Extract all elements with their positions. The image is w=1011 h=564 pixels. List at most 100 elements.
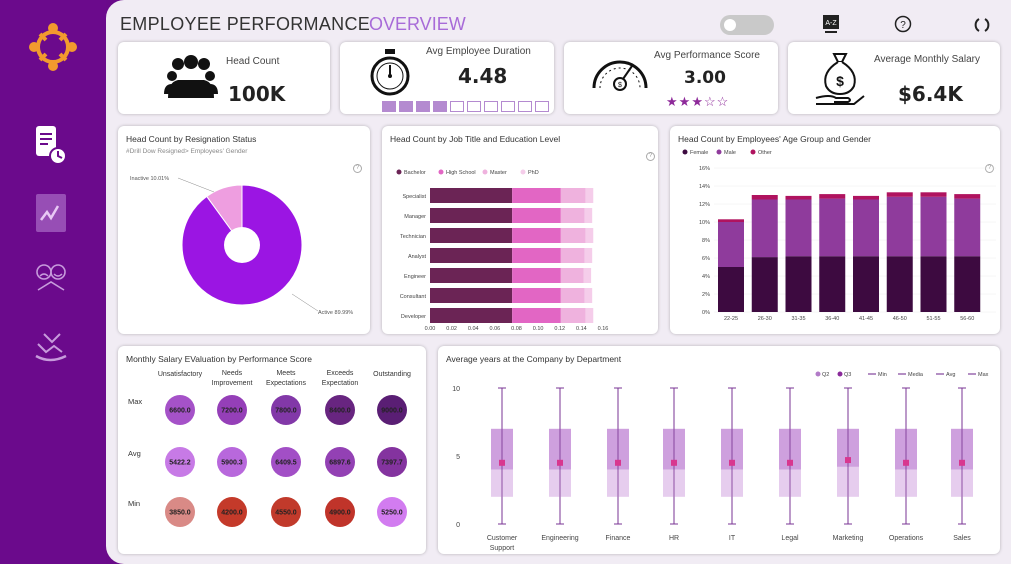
category-label: Legal bbox=[781, 535, 799, 542]
y-tick-label: 0 bbox=[456, 522, 460, 529]
legend-label: Q2 bbox=[822, 372, 829, 378]
y-tick-label: 12% bbox=[699, 202, 710, 208]
column-header: Improvement bbox=[212, 380, 253, 387]
job-bar-segment bbox=[560, 268, 584, 283]
gauge-icon: $ bbox=[592, 60, 648, 91]
job-bar-segment bbox=[512, 268, 561, 283]
kpi-head-count-label: Head Count bbox=[226, 56, 280, 67]
job-bar-segment bbox=[512, 228, 561, 243]
category-label: Sales bbox=[953, 535, 971, 542]
x-tick-label: 0.00 bbox=[425, 326, 436, 332]
category-label: Operations bbox=[889, 535, 924, 542]
age-group-bar-chart: Female Male Other 0% 2% 4% 6% 8% 10% 12% 14% 16% 22-… bbox=[682, 149, 996, 322]
nav-salary-button[interactable] bbox=[32, 330, 70, 366]
category-label: HR bbox=[669, 535, 679, 542]
legend-dot bbox=[482, 169, 488, 175]
salary-value: 9000.0 bbox=[381, 408, 403, 415]
bar-category-label: Consultant bbox=[400, 294, 427, 300]
column-header: Exceeds bbox=[327, 370, 354, 377]
column-header: Expectation bbox=[322, 380, 359, 387]
job-bar-segment bbox=[560, 208, 585, 223]
y-tick-label: 14% bbox=[699, 184, 710, 190]
salary-value: 6897.6 bbox=[329, 460, 351, 467]
x-tick-label: 0.14 bbox=[576, 326, 587, 332]
kpi-duration-card: Avg Employee Duration 4.48 bbox=[340, 42, 554, 114]
sort-az-icon[interactable]: A-Z bbox=[822, 14, 840, 34]
age-bar-segment bbox=[920, 192, 947, 197]
avg-marker bbox=[615, 459, 621, 466]
salary-value: 4900.0 bbox=[329, 510, 351, 517]
salary-value: 6600.0 bbox=[169, 408, 191, 415]
age-bar-segment bbox=[819, 198, 846, 257]
kpi-salary-card: $ Average Monthly Salary $6.4K bbox=[788, 42, 1000, 114]
salary-value: 8400.0 bbox=[329, 408, 351, 415]
job-bar-segment bbox=[512, 288, 561, 303]
job-bar-segment bbox=[512, 308, 561, 323]
job-bar-segment bbox=[430, 208, 513, 223]
x-tick-label: 0.10 bbox=[533, 326, 544, 332]
progress-box bbox=[433, 101, 447, 112]
analytics-icon bbox=[36, 194, 66, 232]
bar-category-label: Analyst bbox=[408, 254, 427, 260]
resignation-pie-chart: Inactive 10.01% Active 89.99% bbox=[130, 176, 353, 316]
age-bar-segment bbox=[886, 256, 913, 312]
age-bar-segment bbox=[853, 199, 879, 257]
y-tick-label: 4% bbox=[702, 274, 710, 280]
row-label: Min bbox=[128, 499, 140, 508]
star-icon: ☆ bbox=[703, 94, 717, 109]
theme-toggle[interactable] bbox=[720, 15, 774, 35]
legend-label: Bachelor bbox=[404, 170, 426, 176]
department-box-plot: Q2 Q3 Min Media Avg Max 0 5 10 Customer Support Eng… bbox=[452, 371, 989, 552]
x-tick-label: 0.16 bbox=[598, 326, 609, 332]
progress-box bbox=[518, 101, 532, 112]
age-bar-segment bbox=[751, 199, 778, 258]
team-logo-icon bbox=[29, 23, 77, 71]
legend-label: Other bbox=[758, 150, 772, 156]
age-bar-segment bbox=[785, 195, 812, 200]
salary-value: 5900.3 bbox=[221, 460, 243, 467]
svg-text:?: ? bbox=[900, 20, 906, 31]
help-icon[interactable]: ? bbox=[894, 15, 912, 33]
y-tick-label: 0% bbox=[702, 310, 710, 316]
nav-analytics-button[interactable] bbox=[34, 192, 68, 234]
salary-value: 3850.0 bbox=[169, 510, 191, 517]
job-bar-segment bbox=[560, 248, 585, 263]
nav-feedback-button[interactable] bbox=[34, 262, 70, 294]
avg-marker bbox=[903, 459, 909, 466]
x-tick-label: 0.04 bbox=[468, 326, 479, 332]
x-tick-label: 0.12 bbox=[554, 326, 565, 332]
legend-dot bbox=[716, 149, 722, 155]
y-tick-label: 6% bbox=[702, 256, 710, 262]
column-header: Unsatisfactory bbox=[158, 371, 203, 378]
age-category-label: 51-55 bbox=[926, 316, 940, 322]
hand-heart-icon bbox=[35, 333, 67, 362]
refresh-icon[interactable] bbox=[973, 16, 991, 34]
legend-dot bbox=[750, 149, 756, 155]
progress-box bbox=[399, 101, 413, 112]
kpi-score-label: Avg Performance Score bbox=[654, 50, 760, 61]
salary-value: 5422.2 bbox=[169, 460, 191, 467]
legend-label: PhD bbox=[528, 170, 539, 176]
nav-overview-button[interactable] bbox=[32, 124, 70, 166]
kpi-salary-label: Average Monthly Salary bbox=[874, 54, 980, 65]
stopwatch-icon bbox=[370, 49, 410, 96]
job-bar-segment bbox=[430, 228, 513, 243]
y-tick-label: 8% bbox=[702, 238, 710, 244]
legend-label: Female bbox=[690, 150, 708, 156]
salary-value: 4550.0 bbox=[275, 510, 297, 517]
age-bar-segment bbox=[853, 195, 879, 200]
page-subtitle: OVERVIEW bbox=[369, 14, 466, 34]
job-bar-segment bbox=[430, 288, 513, 303]
age-category-label: 56-60 bbox=[960, 316, 974, 322]
age-category-label: 41-45 bbox=[859, 316, 873, 322]
star-icon: ★ bbox=[678, 94, 692, 109]
score-stars: ★★★☆☆ bbox=[666, 94, 729, 110]
legend-label: Avg bbox=[946, 372, 955, 378]
faces-icon bbox=[36, 264, 66, 291]
age-bar-segment bbox=[819, 194, 846, 199]
salary-value: 5250.0 bbox=[381, 510, 403, 517]
age-bar-segment bbox=[920, 256, 947, 312]
job-bar-segment bbox=[584, 288, 593, 303]
people-icon bbox=[164, 55, 218, 98]
y-tick-label: 16% bbox=[699, 166, 710, 172]
